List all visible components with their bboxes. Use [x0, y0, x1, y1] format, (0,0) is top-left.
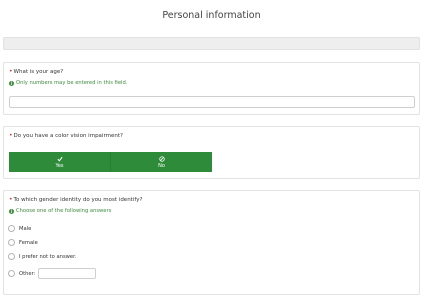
radio-option-male[interactable]: Male — [8, 225, 31, 232]
radio-option-other[interactable]: Other: — [8, 268, 97, 279]
question-age-tip: i Only numbers may be entered in this fie… — [9, 80, 127, 86]
check-icon — [57, 156, 63, 162]
radio-option-female[interactable]: Female — [8, 239, 38, 246]
question-color-vision-label: Do you have a color vision impairment? — [13, 133, 123, 139]
question-gender-tip: i Choose one of the following answers — [9, 208, 111, 214]
radio-button[interactable] — [8, 225, 15, 232]
required-asterisk: • — [9, 196, 13, 203]
question-color-vision-card: •Do you have a color vision impairment? … — [3, 126, 420, 179]
page-title: Personal information — [162, 10, 261, 21]
info-icon: i — [9, 80, 14, 86]
required-asterisk: • — [9, 68, 13, 75]
question-gender-label: To which gender identity do you most ide… — [13, 197, 143, 203]
question-age-card: •What is your age? i Only numbers may be … — [3, 62, 420, 115]
radio-button[interactable] — [8, 239, 15, 246]
required-asterisk: • — [9, 132, 13, 139]
radio-label: Male — [19, 225, 32, 232]
progress-bar — [3, 37, 420, 50]
radio-option-no-answer[interactable]: I prefer not to answer. — [8, 253, 76, 260]
age-input[interactable] — [9, 96, 415, 108]
radio-button[interactable] — [8, 270, 15, 277]
yes-button[interactable]: Yes — [9, 152, 111, 172]
radio-button[interactable] — [8, 253, 15, 260]
yes-no-toggle: Yes No — [9, 152, 212, 172]
question-age-tip-text: Only numbers may be entered in this fiel… — [16, 80, 128, 86]
question-gender-text: •To which gender identity do you most id… — [9, 196, 142, 203]
question-gender-card: •To which gender identity do you most id… — [3, 190, 420, 295]
question-age-text: •What is your age? — [9, 68, 63, 75]
no-label: No — [158, 162, 165, 169]
question-gender-tip-text: Choose one of the following answers — [16, 208, 112, 214]
radio-label: Other: — [19, 270, 36, 277]
radio-label: Female — [19, 239, 38, 246]
question-color-vision-text: •Do you have a color vision impairment? — [9, 132, 123, 139]
yes-label: Yes — [55, 162, 64, 169]
no-button[interactable]: No — [111, 152, 212, 172]
info-icon: i — [9, 208, 14, 214]
other-input[interactable] — [38, 268, 97, 279]
question-age-label: What is your age? — [13, 69, 64, 75]
radio-label: I prefer not to answer. — [19, 253, 77, 260]
ban-icon — [158, 155, 165, 162]
